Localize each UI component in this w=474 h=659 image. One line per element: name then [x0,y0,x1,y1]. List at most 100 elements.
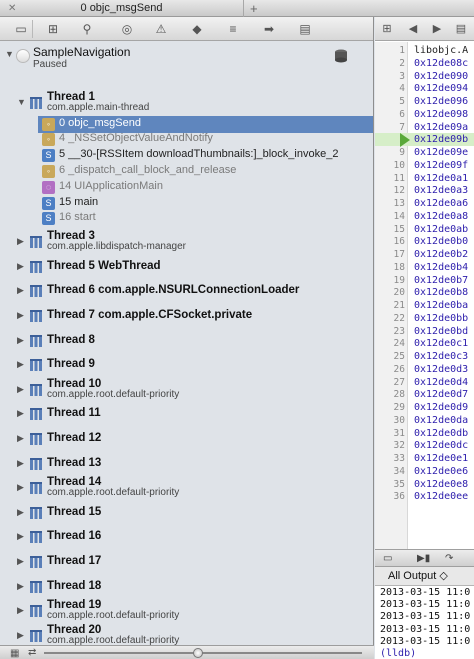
stack-frame-row[interactable]: S 16 start [38,210,373,227]
search-magnifier-icon[interactable]: ◎ [118,20,136,38]
symbol-icon[interactable]: ⊞ [44,20,62,38]
thread-row[interactable]: ▶ Thread 3 com.apple.libdispatch-manager [0,230,373,254]
stack-frame-row[interactable]: ◦ 4 _NSSetObjectValueAndNotify [38,131,373,148]
disclosure-open-icon[interactable]: ▼ [17,97,26,107]
stack-frame-row[interactable]: ◦ 0 objc_msgSend [38,115,373,133]
thread-row[interactable]: ▶ Thread 6 com.apple.NSURLConnectionLoade… [0,279,373,303]
thread-row[interactable]: ▶ Thread 16 [0,525,373,549]
stack-frame-row[interactable]: ◌ 14 UIApplicationMain [38,179,373,196]
disassembly-line[interactable]: 0x12de09b [414,134,468,145]
disassembly-line[interactable]: libobjc.A [414,45,468,56]
disassembly-line[interactable]: 0x12de0a6 [414,198,468,209]
disassembly-line[interactable]: 0x12de0a1 [414,173,468,184]
compression-slider[interactable] [44,652,362,654]
thread-row[interactable]: ▶ Thread 7 com.apple.CFSocket.private [0,304,373,328]
file-icon[interactable]: ▤ [453,20,469,38]
disclosure-closed-icon[interactable]: ▶ [17,359,24,370]
disclosure-closed-icon[interactable]: ▶ [17,458,24,469]
thread-row[interactable]: ▶ Thread 10 com.apple.root.default-priorit… [0,378,373,402]
process-row[interactable]: ▼ SampleNavigation Paused [0,42,373,74]
thread-row[interactable]: ▶ Thread 19 com.apple.root.default-priorit… [0,599,373,623]
disassembly-line[interactable]: 0x12de0bd [414,326,468,337]
disassembly-line[interactable]: 0x12de090 [414,71,468,82]
continue-icon[interactable]: ▶▮ [417,551,430,566]
disassembly-line[interactable]: 0x12de0b2 [414,249,468,260]
disclosure-closed-icon[interactable]: ▶ [17,507,24,518]
lldb-prompt[interactable]: (lldb) [380,648,416,659]
toggle-debug-area-icon[interactable]: ▭ [383,551,392,566]
disassembly-line[interactable]: 0x12de0c1 [414,338,468,349]
disclosure-closed-icon[interactable]: ▶ [17,531,24,542]
disclosure-closed-icon[interactable]: ▶ [17,408,24,419]
program-counter-arrow[interactable] [400,133,410,148]
disassembly-line[interactable]: 0x12de0d3 [414,364,468,375]
disassembly-line[interactable]: 0x12de0b7 [414,275,468,286]
disclosure-closed-icon[interactable]: ▶ [17,384,24,395]
disassembly-line[interactable]: 0x12de0e1 [414,453,468,464]
disclosure-closed-icon[interactable]: ▶ [17,335,24,346]
thread-row[interactable]: ▶ Thread 13 [0,452,373,476]
disassembly-line[interactable]: 0x12de0b0 [414,236,468,247]
disassembly-line[interactable]: 0x12de09a [414,122,468,133]
disassembly-line[interactable]: 0x12de0d4 [414,377,468,388]
disassembly-line[interactable]: 0x12de09e [414,147,468,158]
output-selector[interactable]: All Output ◇ [388,569,448,582]
active-tab[interactable]: 0 objc_msgSend [0,0,244,17]
disassembly-line[interactable]: 0x12de0e6 [414,466,468,477]
thread-row[interactable]: ▶ Thread 8 [0,329,373,353]
stack-frame-row[interactable]: ◦ 6 _dispatch_call_block_and_release [38,163,373,180]
disclosure-closed-icon[interactable]: ▶ [17,482,24,493]
disassembly-line[interactable]: 0x12de0dc [414,440,468,451]
related-files-icon[interactable]: ⊞ [379,20,395,38]
filter-icon[interactable]: ▦ [10,648,19,659]
test-icon[interactable]: ◆ [188,20,206,38]
stack-frame-row[interactable]: S 5 __30-[RSSItem downloadThumbnails:]_bl… [38,147,373,164]
disassembly-line[interactable]: 0x12de0d7 [414,389,468,400]
forward-arrow-icon[interactable]: ▶ [429,20,445,38]
add-tab-button[interactable]: + [250,0,258,17]
breakpoint-icon[interactable]: ➡ [260,20,278,38]
thread-row[interactable]: ▼ Thread 1 com.apple.main-thread [0,91,373,115]
disassembly-line[interactable]: 0x12de0da [414,415,468,426]
thread-row[interactable]: ▶ Thread 9 [0,353,373,377]
back-arrow-icon[interactable]: ◀ [405,20,421,38]
disclosure-closed-icon[interactable]: ▶ [17,581,24,592]
thread-row[interactable]: ▶ Thread 18 [0,575,373,599]
disassembly-line[interactable]: 0x12de0c3 [414,351,468,362]
disclosure-closed-icon[interactable]: ▶ [17,556,24,567]
disassembly-line[interactable]: 0x12de096 [414,96,468,107]
disclosure-closed-icon[interactable]: ▶ [17,433,24,444]
disassembly-line[interactable]: 0x12de0ba [414,300,468,311]
disassembly-line[interactable]: 0x12de094 [414,83,468,94]
disclosure-closed-icon[interactable]: ▶ [17,630,24,641]
thread-row[interactable]: ▶ Thread 17 [0,550,373,574]
disclosure-closed-icon[interactable]: ▶ [17,605,24,616]
thread-row[interactable]: ▶ Thread 15 [0,501,373,525]
thread-row[interactable]: ▶ Thread 12 [0,427,373,451]
disassembly-line[interactable]: 0x12de0a8 [414,211,468,222]
disclosure-open-icon[interactable]: ▼ [5,49,14,59]
disassembly-line[interactable]: 0x12de0d9 [414,402,468,413]
folder-icon[interactable]: ▭ [12,20,30,38]
disassembly-line[interactable]: 0x12de08c [414,58,468,69]
thread-filter-icon[interactable]: ⇄ [28,647,36,658]
disassembly-line[interactable]: 0x12de0db [414,428,468,439]
disclosure-closed-icon[interactable]: ▶ [17,285,24,296]
disclosure-closed-icon[interactable]: ▶ [17,236,24,247]
disassembly-line[interactable]: 0x12de0ab [414,224,468,235]
log-icon[interactable]: ▤ [296,20,314,38]
disassembly-line[interactable]: 0x12de0b8 [414,287,468,298]
thread-row[interactable]: ▶ Thread 5 WebThread [0,255,373,279]
warning-icon[interactable]: ⚠ [152,20,170,38]
cpu-gauge-icon[interactable] [333,48,349,66]
disclosure-closed-icon[interactable]: ▶ [17,310,24,321]
thread-row[interactable]: ▶ Thread 11 [0,402,373,426]
console-output[interactable]: 2013-03-15 11:0 2013-03-15 11:0 2013-03-15… [375,586,474,659]
disassembly-line[interactable]: 0x12de0e8 [414,479,468,490]
disassembly-line[interactable]: 0x12de0b4 [414,262,468,273]
search-icon[interactable]: ⚲ [78,20,96,38]
thread-row[interactable]: ▶ Thread 20 com.apple.root.default-priorit… [0,624,373,645]
stack-frame-row[interactable]: S 15 main [38,195,373,212]
disassembly-line[interactable]: 0x12de0bb [414,313,468,324]
disassembly-line[interactable]: 0x12de098 [414,109,468,120]
